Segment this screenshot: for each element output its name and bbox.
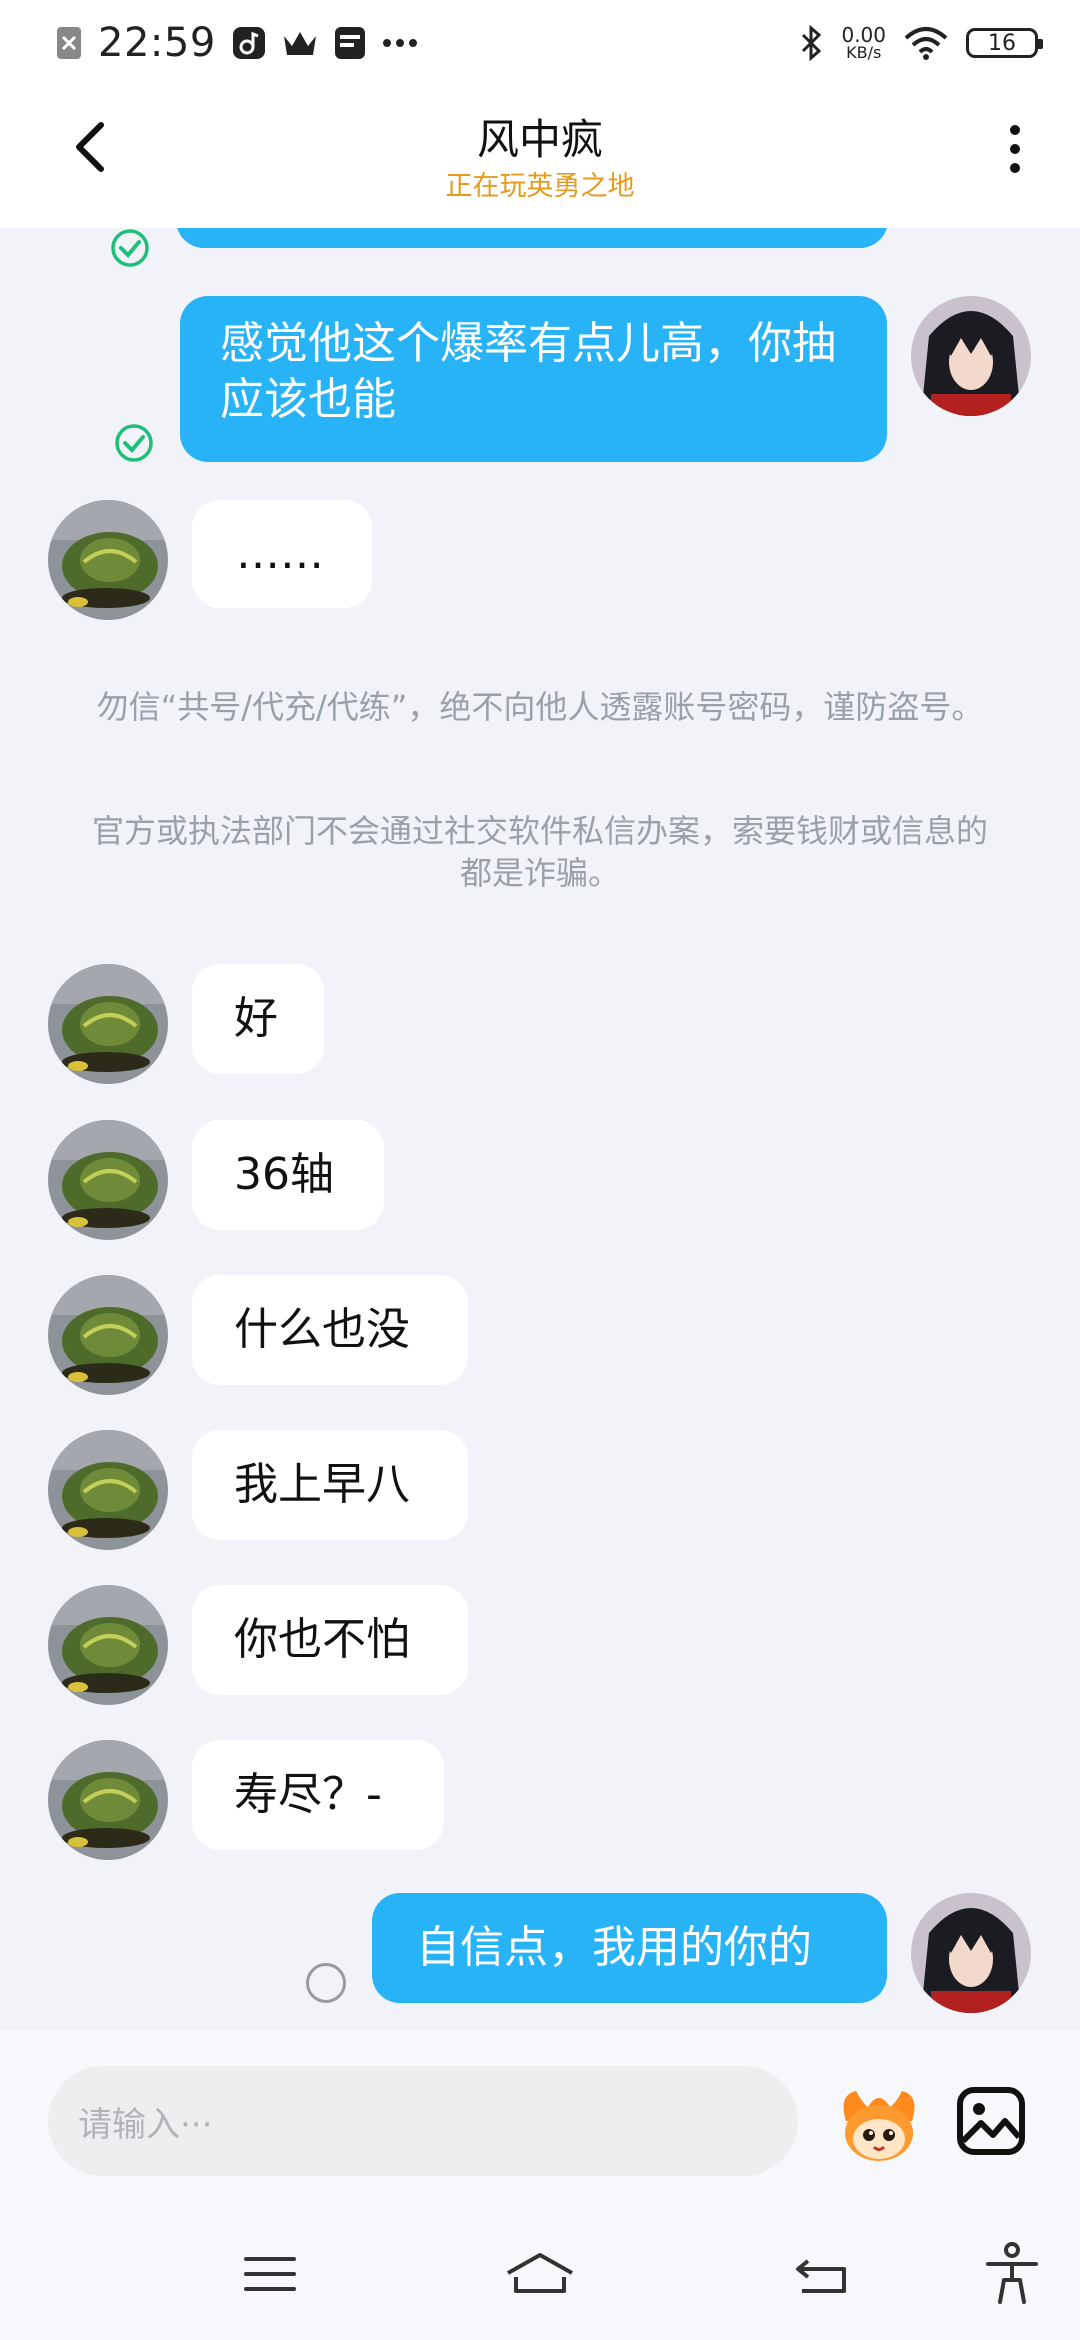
system-navigation-bar [0, 2205, 1080, 2340]
message-text: 你也不怕 [234, 1614, 410, 1665]
more-options-button[interactable] [990, 114, 1040, 184]
message-bubble-received[interactable]: 36轴 [192, 1120, 384, 1230]
my-avatar[interactable] [911, 296, 1031, 416]
chat-header: 风中疯 正在玩英勇之地 [0, 86, 1080, 228]
message-text: 好 [234, 993, 278, 1044]
battery-indicator: 16 [966, 28, 1043, 58]
contact-avatar[interactable] [48, 1120, 168, 1240]
message-text: 36轴 [234, 1149, 334, 1200]
network-speed-unit: KB/s [846, 43, 882, 62]
message-bubble-sent[interactable]: 感觉他这个爆率有点儿高，你抽应该也能 [180, 296, 887, 462]
message-input-placeholder: 请输入··· [78, 2104, 213, 2145]
more-notifications-icon [382, 38, 418, 48]
accessibility-button[interactable] [972, 2239, 1052, 2309]
read-check-icon [111, 229, 149, 267]
mascot-emoji-icon [843, 2091, 915, 2161]
message-bubble-received[interactable]: 我上早八 [192, 1430, 468, 1540]
message-text: 什么也没 [234, 1304, 410, 1355]
message-text: 自信点，我用的你的 [416, 1922, 812, 1973]
message-bubble-received[interactable]: 你也不怕 [192, 1585, 468, 1695]
message-bubble-received[interactable]: 好 [192, 964, 324, 1074]
message-bubble-received[interactable]: 寿尽？- [192, 1740, 444, 1850]
message-input[interactable]: 请输入··· [48, 2066, 798, 2176]
previous-message-bubble[interactable] [176, 228, 888, 248]
message-input-bar: 请输入··· [0, 2030, 1080, 2205]
contact-avatar[interactable] [48, 1740, 168, 1860]
message-text: 寿尽？- [234, 1769, 382, 1820]
clock: 22:59 [98, 20, 216, 66]
more-dot [1010, 144, 1020, 154]
crown-icon [282, 28, 318, 58]
contact-avatar[interactable] [48, 1430, 168, 1550]
menu-icon [244, 2257, 296, 2291]
read-check-icon [115, 424, 153, 462]
music-app-icon [232, 26, 266, 60]
contact-avatar[interactable] [48, 1585, 168, 1705]
home-button[interactable] [500, 2239, 580, 2309]
message-bubble-received[interactable]: …… [192, 500, 372, 608]
more-vertical-icon [1010, 125, 1020, 135]
security-notice: 官方或执法部门不会通过社交软件私信办案，索要钱财或信息的都是诈骗。 [91, 812, 988, 892]
back-icon [796, 2259, 846, 2293]
message-text: 感觉他这个爆率有点儿高，你抽应该也能 [220, 318, 836, 425]
contact-avatar[interactable] [48, 500, 168, 620]
card-app-icon [334, 26, 366, 60]
contact-activity-status: 正在玩英勇之地 [445, 171, 635, 202]
contact-avatar[interactable] [48, 964, 168, 1084]
message-bubble-sent[interactable]: 自信点，我用的你的 [372, 1893, 887, 2003]
contact-name: 风中疯 [476, 115, 603, 164]
notification-dismiss-icon [56, 26, 82, 60]
accessibility-icon [986, 2242, 1038, 2304]
message-text: 我上早八 [234, 1459, 410, 1510]
recent-apps-button[interactable] [230, 2239, 310, 2309]
emoji-button[interactable] [834, 2085, 924, 2165]
home-icon [507, 2253, 573, 2293]
network-speed-value: 0.00 [841, 23, 886, 47]
send-image-button[interactable] [955, 2085, 1027, 2157]
wifi-icon [904, 26, 948, 60]
message-bubble-received[interactable]: 什么也没 [192, 1275, 468, 1385]
my-avatar[interactable] [911, 1893, 1031, 2013]
chat-message-list[interactable]: 感觉他这个爆率有点儿高，你抽应该也能 …… 勿信“共号/代充/代练”，绝不向他人… [0, 228, 1080, 2028]
sending-status-icon [306, 1963, 346, 2003]
network-speed: 0.00 KB/s [841, 25, 886, 61]
contact-avatar[interactable] [48, 1275, 168, 1395]
message-text: …… [236, 528, 324, 579]
status-bar-right: 0.00 KB/s 16 [799, 25, 1043, 61]
bluetooth-icon [799, 25, 823, 61]
security-notice: 勿信“共号/代充/代练”，绝不向他人透露账号密码，谨防盗号。 [96, 688, 984, 726]
status-bar-left: 22:59 [56, 20, 418, 66]
status-bar: 22:59 0.00 KB/s 16 [0, 0, 1080, 86]
more-dot [1010, 163, 1020, 173]
system-back-button[interactable] [782, 2239, 862, 2309]
image-icon [957, 2087, 1025, 2155]
